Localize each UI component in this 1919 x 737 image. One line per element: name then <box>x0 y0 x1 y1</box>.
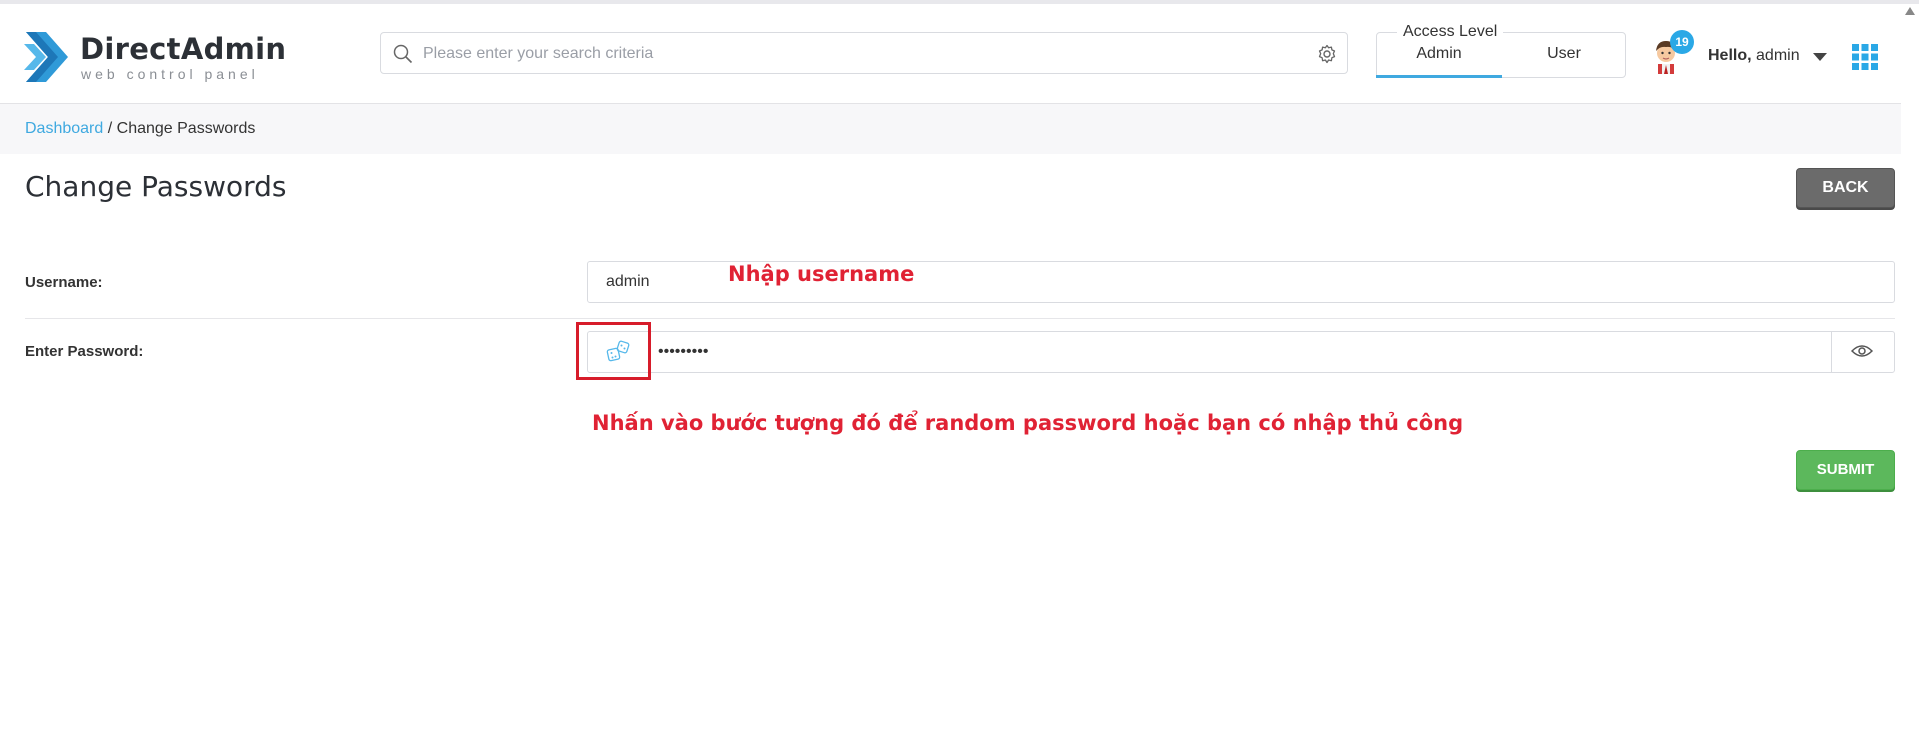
annotation-password-note: Nhấn vào bước tượng đó để random passwor… <box>592 411 1464 435</box>
annotation-highlight-box <box>576 322 651 380</box>
back-button[interactable]: BACK <box>1796 168 1895 208</box>
breadcrumb-separator: / <box>107 120 113 137</box>
breadcrumb-dashboard-link[interactable]: Dashboard <box>25 120 103 137</box>
password-label: Enter Password: <box>25 343 144 360</box>
scroll-up-arrow-icon[interactable] <box>1904 6 1916 16</box>
username-label: Username: <box>25 274 103 291</box>
toggle-password-visibility-button[interactable] <box>1831 332 1894 372</box>
caret-down-icon[interactable] <box>1812 52 1828 62</box>
annotation-username-note: Nhập username <box>728 262 915 286</box>
eye-icon <box>1851 345 1873 357</box>
form-divider <box>25 318 1895 319</box>
password-input[interactable] <box>652 332 1822 372</box>
notification-badge[interactable]: 19 <box>1670 30 1694 54</box>
breadcrumb: Dashboard / Change Passwords <box>25 120 255 138</box>
submit-button[interactable]: SUBMIT <box>1796 450 1895 490</box>
greeting-text: Hello, <box>1708 47 1752 64</box>
active-tab-indicator <box>1376 75 1502 78</box>
search-icon <box>393 44 413 64</box>
directadmin-logo[interactable]: DirectAdmin web control panel <box>24 28 286 86</box>
breadcrumb-bar: Dashboard / Change Passwords <box>0 104 1901 154</box>
username-text: admin <box>1756 47 1800 64</box>
top-header: DirectAdmin web control panel Access Lev… <box>0 4 1901 104</box>
logo-subtitle: web control panel <box>81 66 259 82</box>
logo-title: DirectAdmin <box>80 32 287 66</box>
search-input[interactable] <box>421 33 1285 75</box>
apps-grid-icon[interactable] <box>1852 44 1878 70</box>
user-greeting[interactable]: Hello, admin <box>1708 47 1800 65</box>
access-level-label: Access Level <box>1397 23 1504 41</box>
search-box <box>380 32 1348 75</box>
access-tab-admin[interactable]: Admin <box>1377 45 1501 63</box>
logo-chevron-icon <box>24 32 68 82</box>
breadcrumb-current: Change Passwords <box>116 120 256 137</box>
password-input-group <box>587 331 1895 373</box>
access-tab-user[interactable]: User <box>1502 45 1626 63</box>
gear-icon[interactable] <box>1317 44 1337 64</box>
access-level-switch: Access Level Admin User <box>1376 23 1626 78</box>
page-title: Change Passwords <box>25 170 287 203</box>
